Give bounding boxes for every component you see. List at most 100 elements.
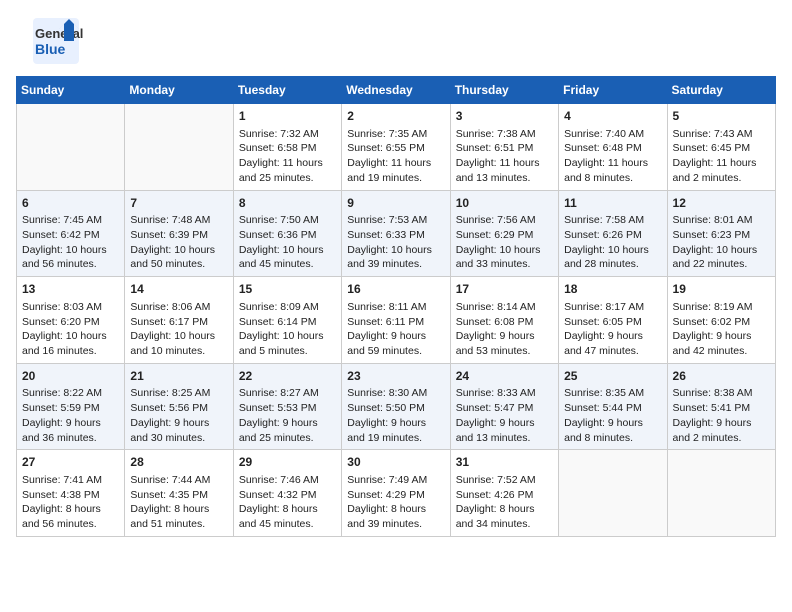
cell-content: Sunrise: 8:11 AM Sunset: 6:11 PM Dayligh…	[347, 300, 444, 359]
cell-content: Sunrise: 8:38 AM Sunset: 5:41 PM Dayligh…	[673, 386, 770, 445]
calendar-week-5: 27 Sunrise: 7:41 AM Sunset: 4:38 PM Dayli…	[17, 450, 776, 537]
svg-text:Blue: Blue	[35, 41, 66, 57]
calendar-cell: 20Sunrise: 8:22 AM Sunset: 5:59 PM Dayli…	[17, 363, 125, 450]
cell-content: Sunrise: 8:17 AM Sunset: 6:05 PM Dayligh…	[564, 300, 661, 359]
cell-content: Sunrise: 7:50 AM Sunset: 6:36 PM Dayligh…	[239, 213, 336, 272]
day-number: 20	[22, 368, 119, 385]
day-header-friday: Friday	[559, 77, 667, 104]
cell-content: Sunrise: 8:35 AM Sunset: 5:44 PM Dayligh…	[564, 386, 661, 445]
day-header-wednesday: Wednesday	[342, 77, 450, 104]
cell-content: Sunrise: 7:49 AM Sunset: 4:29 PM Dayligh…	[347, 473, 444, 532]
calendar-cell: 17 Sunrise: 8:14 AM Sunset: 6:08 PM Dayli…	[450, 277, 558, 364]
day-header-thursday: Thursday	[450, 77, 558, 104]
day-number: 13	[22, 281, 119, 298]
cell-content: Sunrise: 8:06 AM Sunset: 6:17 PM Dayligh…	[130, 300, 227, 359]
calendar-week-1: 1 Sunrise: 7:32 AM Sunset: 6:58 PM Daylig…	[17, 104, 776, 191]
calendar-cell	[559, 450, 667, 537]
calendar-cell: 1 Sunrise: 7:32 AM Sunset: 6:58 PM Daylig…	[233, 104, 341, 191]
calendar-week-2: 6Sunrise: 7:45 AM Sunset: 6:42 PM Daylig…	[17, 190, 776, 277]
calendar-cell: 30 Sunrise: 7:49 AM Sunset: 4:29 PM Dayli…	[342, 450, 450, 537]
day-number: 11	[564, 195, 661, 212]
day-header-sunday: Sunday	[17, 77, 125, 104]
day-number: 16	[347, 281, 444, 298]
calendar-cell: 14 Sunrise: 8:06 AM Sunset: 6:17 PM Dayli…	[125, 277, 233, 364]
cell-content: Sunrise: 7:35 AM Sunset: 6:55 PM Dayligh…	[347, 127, 444, 186]
calendar-cell: 29 Sunrise: 7:46 AM Sunset: 4:32 PM Dayli…	[233, 450, 341, 537]
calendar-cell: 19 Sunrise: 8:19 AM Sunset: 6:02 PM Dayli…	[667, 277, 775, 364]
cell-content: Sunrise: 7:58 AM Sunset: 6:26 PM Dayligh…	[564, 213, 661, 272]
logo-icon: GeneralBlue	[16, 16, 96, 66]
day-number: 14	[130, 281, 227, 298]
cell-content: Sunrise: 8:33 AM Sunset: 5:47 PM Dayligh…	[456, 386, 553, 445]
calendar-table: SundayMondayTuesdayWednesdayThursdayFrid…	[16, 76, 776, 537]
day-number: 4	[564, 108, 661, 125]
day-number: 10	[456, 195, 553, 212]
day-number: 12	[673, 195, 770, 212]
day-number: 9	[347, 195, 444, 212]
day-number: 1	[239, 108, 336, 125]
calendar-cell	[17, 104, 125, 191]
cell-content: Sunrise: 8:25 AM Sunset: 5:56 PM Dayligh…	[130, 386, 227, 445]
cell-content: Sunrise: 7:41 AM Sunset: 4:38 PM Dayligh…	[22, 473, 119, 532]
calendar-cell	[125, 104, 233, 191]
calendar-cell: 21Sunrise: 8:25 AM Sunset: 5:56 PM Dayli…	[125, 363, 233, 450]
cell-content: Sunrise: 8:14 AM Sunset: 6:08 PM Dayligh…	[456, 300, 553, 359]
day-number: 26	[673, 368, 770, 385]
calendar-cell: 22Sunrise: 8:27 AM Sunset: 5:53 PM Dayli…	[233, 363, 341, 450]
day-header-monday: Monday	[125, 77, 233, 104]
calendar-cell: 25Sunrise: 8:35 AM Sunset: 5:44 PM Dayli…	[559, 363, 667, 450]
cell-content: Sunrise: 8:27 AM Sunset: 5:53 PM Dayligh…	[239, 386, 336, 445]
calendar-week-4: 20Sunrise: 8:22 AM Sunset: 5:59 PM Dayli…	[17, 363, 776, 450]
day-number: 28	[130, 454, 227, 471]
cell-content: Sunrise: 7:46 AM Sunset: 4:32 PM Dayligh…	[239, 473, 336, 532]
day-number: 5	[673, 108, 770, 125]
cell-content: Sunrise: 8:19 AM Sunset: 6:02 PM Dayligh…	[673, 300, 770, 359]
calendar-cell: 7Sunrise: 7:48 AM Sunset: 6:39 PM Daylig…	[125, 190, 233, 277]
day-number: 30	[347, 454, 444, 471]
day-header-tuesday: Tuesday	[233, 77, 341, 104]
day-number: 18	[564, 281, 661, 298]
calendar-cell: 18 Sunrise: 8:17 AM Sunset: 6:05 PM Dayli…	[559, 277, 667, 364]
calendar-cell: 10Sunrise: 7:56 AM Sunset: 6:29 PM Dayli…	[450, 190, 558, 277]
svg-text:General: General	[35, 26, 83, 41]
day-number: 7	[130, 195, 227, 212]
cell-content: Sunrise: 7:32 AM Sunset: 6:58 PM Dayligh…	[239, 127, 336, 186]
day-number: 31	[456, 454, 553, 471]
day-number: 3	[456, 108, 553, 125]
calendar-cell: 26Sunrise: 8:38 AM Sunset: 5:41 PM Dayli…	[667, 363, 775, 450]
cell-content: Sunrise: 7:53 AM Sunset: 6:33 PM Dayligh…	[347, 213, 444, 272]
calendar-cell: 5Sunrise: 7:43 AM Sunset: 6:45 PM Daylig…	[667, 104, 775, 191]
day-number: 25	[564, 368, 661, 385]
day-number: 27	[22, 454, 119, 471]
day-number: 21	[130, 368, 227, 385]
day-number: 6	[22, 195, 119, 212]
calendar-cell: 23Sunrise: 8:30 AM Sunset: 5:50 PM Dayli…	[342, 363, 450, 450]
calendar-cell: 13 Sunrise: 8:03 AM Sunset: 6:20 PM Dayli…	[17, 277, 125, 364]
cell-content: Sunrise: 8:22 AM Sunset: 5:59 PM Dayligh…	[22, 386, 119, 445]
calendar-cell	[667, 450, 775, 537]
cell-content: Sunrise: 7:45 AM Sunset: 6:42 PM Dayligh…	[22, 213, 119, 272]
calendar-cell: 9Sunrise: 7:53 AM Sunset: 6:33 PM Daylig…	[342, 190, 450, 277]
day-number: 29	[239, 454, 336, 471]
day-number: 17	[456, 281, 553, 298]
cell-content: Sunrise: 7:52 AM Sunset: 4:26 PM Dayligh…	[456, 473, 553, 532]
cell-content: Sunrise: 7:48 AM Sunset: 6:39 PM Dayligh…	[130, 213, 227, 272]
calendar-cell: 2Sunrise: 7:35 AM Sunset: 6:55 PM Daylig…	[342, 104, 450, 191]
day-number: 24	[456, 368, 553, 385]
day-number: 23	[347, 368, 444, 385]
calendar-cell: 28 Sunrise: 7:44 AM Sunset: 4:35 PM Dayli…	[125, 450, 233, 537]
calendar-cell: 15Sunrise: 8:09 AM Sunset: 6:14 PM Dayli…	[233, 277, 341, 364]
cell-content: Sunrise: 8:03 AM Sunset: 6:20 PM Dayligh…	[22, 300, 119, 359]
calendar-cell: 12Sunrise: 8:01 AM Sunset: 6:23 PM Dayli…	[667, 190, 775, 277]
cell-content: Sunrise: 8:30 AM Sunset: 5:50 PM Dayligh…	[347, 386, 444, 445]
cell-content: Sunrise: 7:40 AM Sunset: 6:48 PM Dayligh…	[564, 127, 661, 186]
days-header-row: SundayMondayTuesdayWednesdayThursdayFrid…	[17, 77, 776, 104]
day-number: 15	[239, 281, 336, 298]
page-header: GeneralBlue	[16, 16, 776, 66]
cell-content: Sunrise: 7:56 AM Sunset: 6:29 PM Dayligh…	[456, 213, 553, 272]
cell-content: Sunrise: 8:01 AM Sunset: 6:23 PM Dayligh…	[673, 213, 770, 272]
calendar-cell: 8Sunrise: 7:50 AM Sunset: 6:36 PM Daylig…	[233, 190, 341, 277]
calendar-cell: 3Sunrise: 7:38 AM Sunset: 6:51 PM Daylig…	[450, 104, 558, 191]
cell-content: Sunrise: 7:44 AM Sunset: 4:35 PM Dayligh…	[130, 473, 227, 532]
day-number: 19	[673, 281, 770, 298]
